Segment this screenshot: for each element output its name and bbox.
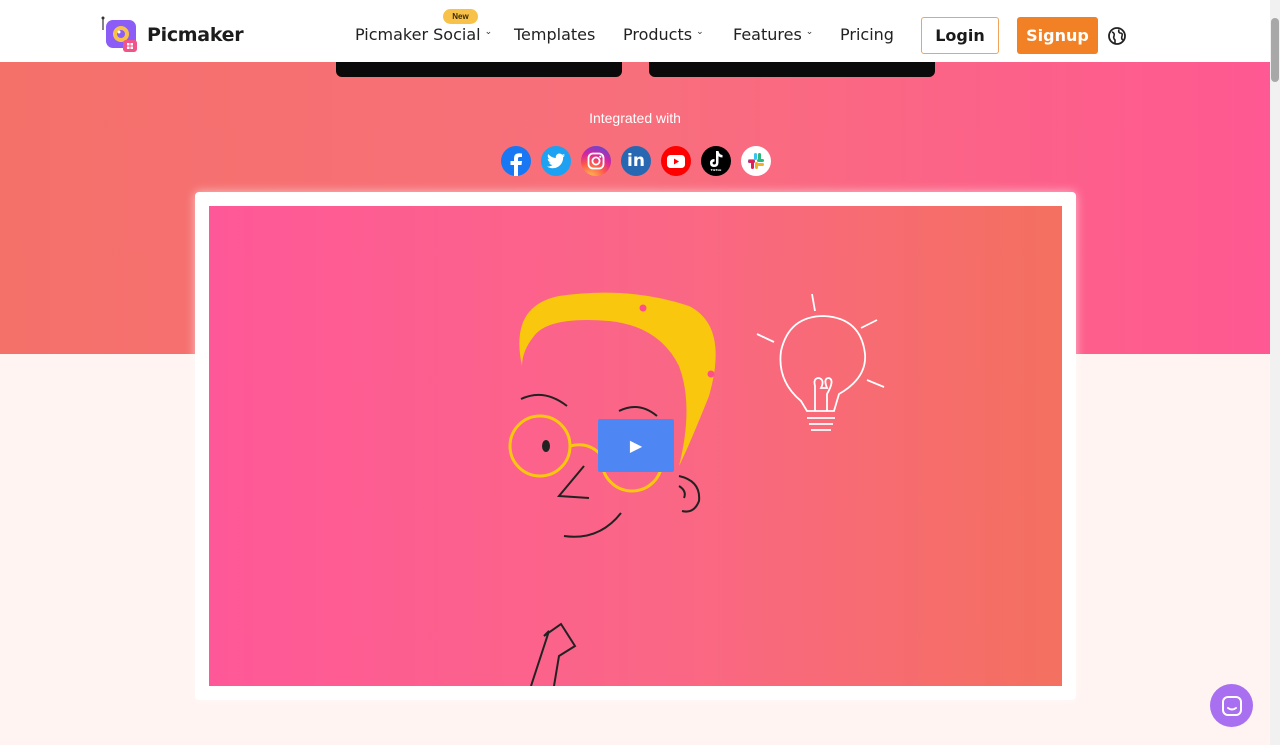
brand-logo[interactable]: Picmaker — [101, 16, 244, 54]
linkedin-icon[interactable]: in — [621, 146, 651, 176]
chat-launcher[interactable] — [1210, 684, 1253, 727]
youtube-icon[interactable] — [661, 146, 691, 176]
globe-icon[interactable] — [1108, 27, 1126, 45]
nav-label: Features — [733, 25, 802, 44]
integrations-row: in TikTok — [501, 146, 771, 176]
nav-templates[interactable]: Templates — [514, 25, 595, 44]
instagram-icon[interactable] — [581, 146, 611, 176]
play-store-button[interactable] — [649, 62, 935, 77]
site-header: Picmaker New Picmaker Social ⌄ Templates… — [0, 0, 1270, 62]
nav-features[interactable]: Features ⌄ — [733, 25, 813, 44]
page-scrollbar[interactable] — [1270, 0, 1280, 745]
nav-label: Picmaker Social — [355, 25, 481, 44]
new-badge: New — [443, 9, 478, 24]
nav-products[interactable]: Products ⌄ — [623, 25, 704, 44]
slack-icon[interactable] — [741, 146, 771, 176]
play-button[interactable]: ▶ — [598, 419, 674, 472]
scrollbar-thumb[interactable] — [1271, 18, 1279, 82]
app-store-button[interactable] — [336, 62, 622, 77]
nav-label: Templates — [514, 25, 596, 44]
nav-pricing[interactable]: Pricing — [840, 25, 894, 44]
play-icon: ▶ — [629, 437, 643, 455]
nav-label: Pricing — [840, 25, 894, 44]
facebook-icon[interactable] — [501, 146, 531, 176]
tiktok-icon[interactable]: TikTok — [701, 146, 731, 176]
chevron-down-icon: ⌄ — [484, 26, 493, 37]
svg-text:TikTok: TikTok — [711, 168, 723, 172]
integrated-with-label: Integrated with — [589, 110, 681, 126]
chevron-down-icon: ⌄ — [696, 26, 704, 37]
nav-picmaker-social[interactable]: Picmaker Social ⌄ — [355, 25, 492, 44]
signup-button[interactable]: Signup — [1017, 17, 1098, 54]
login-button[interactable]: Login — [921, 17, 999, 54]
chat-icon — [1221, 695, 1242, 716]
brand-name: Picmaker — [147, 24, 244, 46]
picmaker-logo-icon — [101, 16, 141, 54]
twitter-icon[interactable] — [541, 146, 571, 176]
chevron-down-icon: ⌄ — [805, 26, 814, 37]
nav-label: Products — [623, 25, 693, 44]
